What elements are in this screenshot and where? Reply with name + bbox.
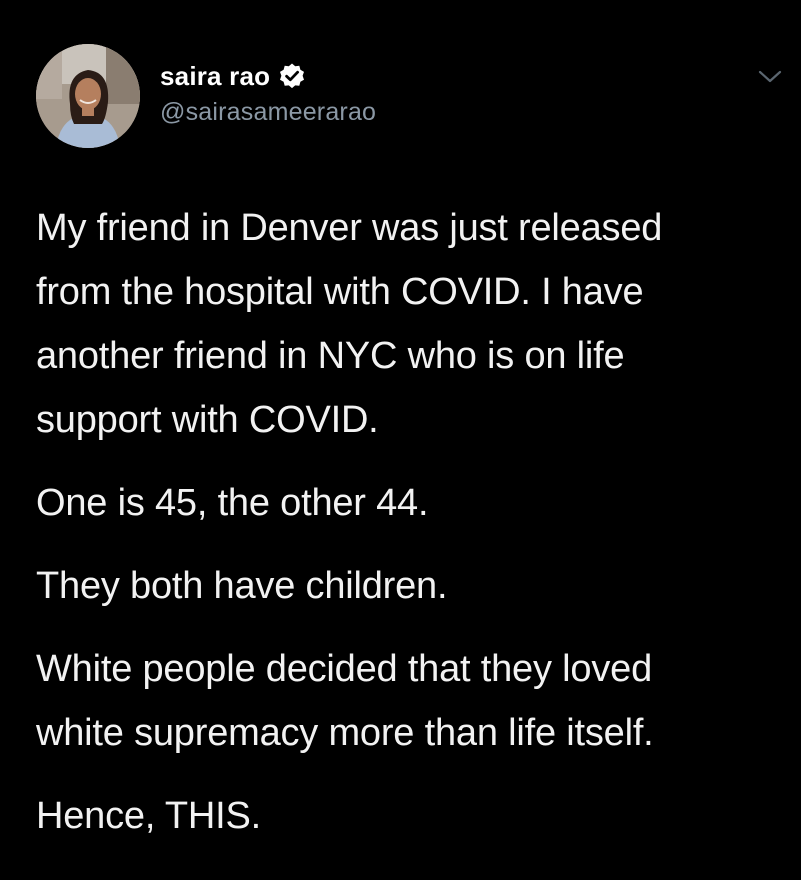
chevron-down-icon[interactable] (757, 68, 783, 86)
tweet-paragraph: Hence, THIS. (36, 784, 776, 848)
tweet-text-line: One is 45, the other 44. (36, 482, 429, 524)
tweet-card: saira rao @sairasameerarao My friend in … (0, 0, 801, 880)
tweet-text-line: another friend in NYC who is on life (36, 335, 625, 377)
name-row: saira rao (160, 60, 376, 92)
author-handle[interactable]: @sairasameerarao (160, 98, 376, 127)
tweet-text-line: white supremacy more than life itself. (36, 712, 654, 754)
tweet-text-line: They both have children. (36, 565, 448, 607)
tweet-paragraph: White people decided that they loved whi… (36, 637, 776, 765)
tweet-text-line: My friend in Denver was just released (36, 207, 663, 249)
author-display-name[interactable]: saira rao (160, 61, 270, 92)
tweet-paragraph: They both have children. (36, 554, 776, 618)
tweet-text-line: from the hospital with COVID. I have (36, 271, 644, 313)
profile-photo-icon (36, 44, 140, 148)
author-info: saira rao @sairasameerarao (160, 60, 376, 127)
tweet-text-line: support with COVID. (36, 399, 379, 441)
tweet-paragraph: My friend in Denver was just released fr… (36, 196, 776, 452)
tweet-body: My friend in Denver was just released fr… (36, 196, 776, 867)
author-avatar[interactable] (36, 44, 140, 148)
tweet-text-line: Hence, THIS. (36, 795, 261, 837)
verified-badge-icon (278, 62, 306, 90)
tweet-paragraph: One is 45, the other 44. (36, 471, 776, 535)
tweet-text-line: White people decided that they loved (36, 648, 652, 690)
